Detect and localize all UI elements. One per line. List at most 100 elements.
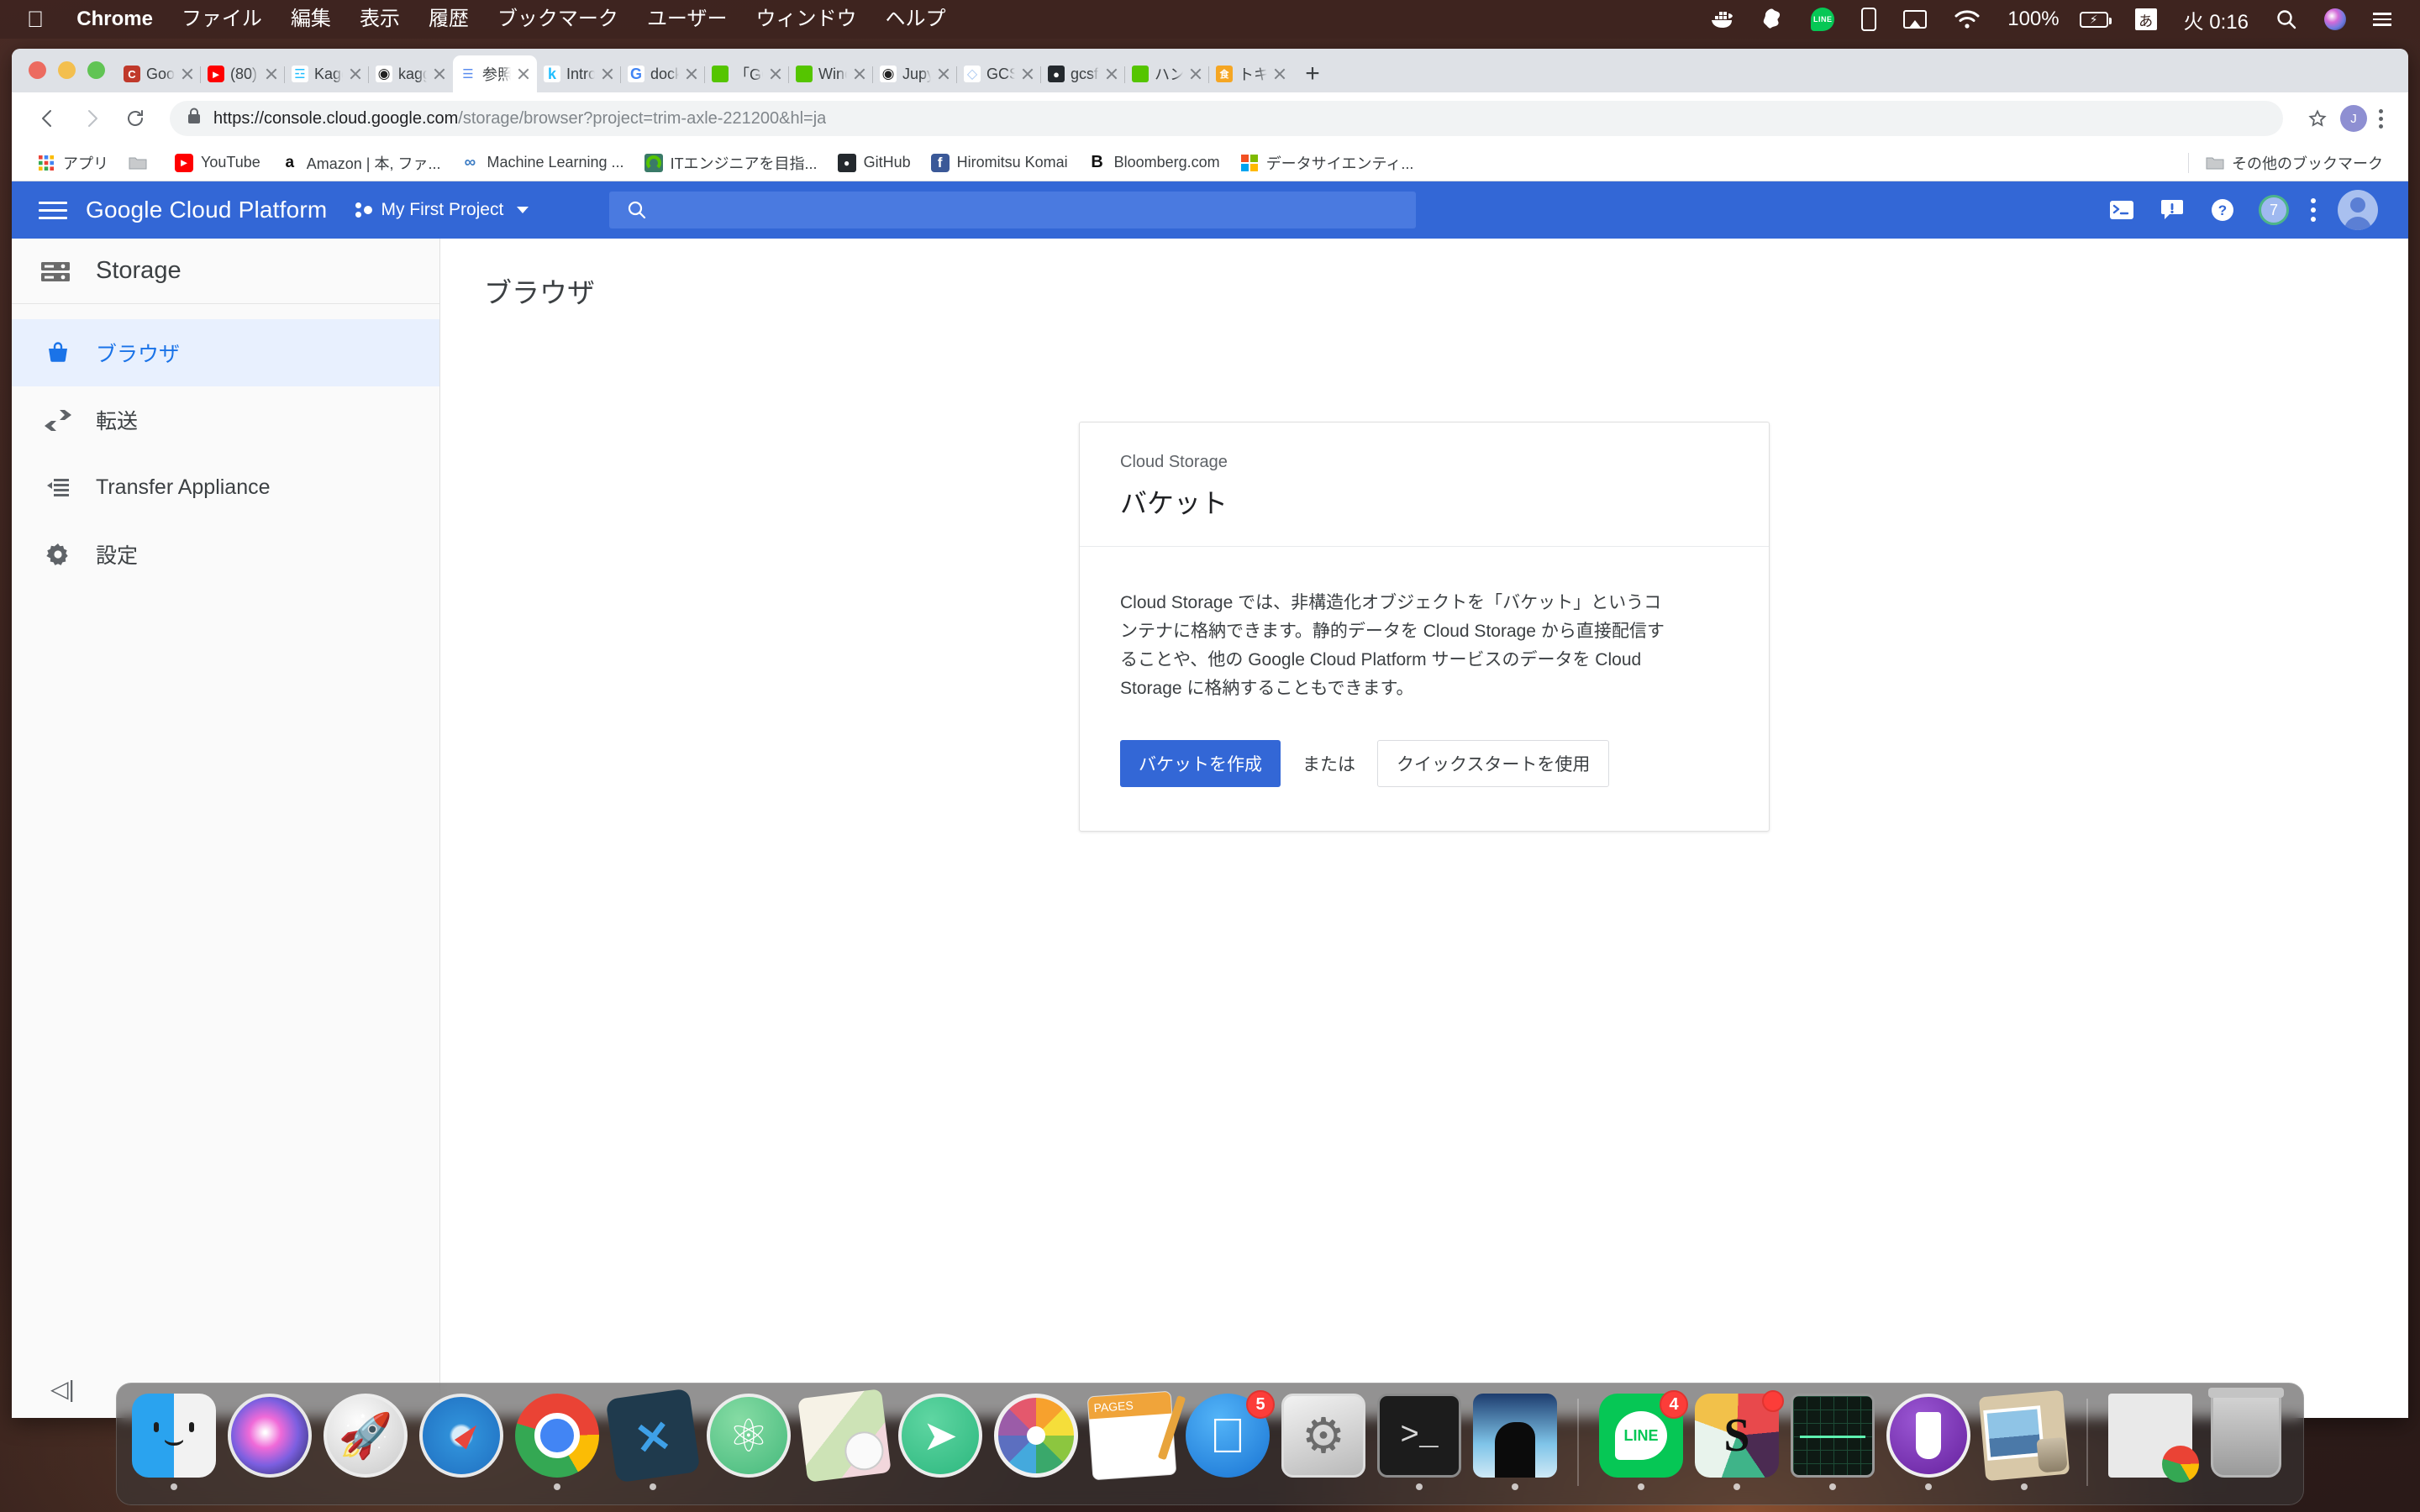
bookmark-youtube[interactable]: ► YouTube [165,150,271,176]
hamburger-menu-icon[interactable] [39,196,67,224]
dock-item-evernote[interactable] [1885,1394,1972,1493]
close-window-button[interactable] [29,61,46,79]
dock-item-appstore[interactable]:  5 [1184,1390,1275,1493]
dock-item-slack[interactable]: S [1693,1390,1784,1493]
dock-item-telegram[interactable]: ➤ [897,1394,984,1493]
menu-edit[interactable]: 編集 [276,0,345,39]
close-tab-icon[interactable] [937,67,950,81]
close-tab-icon[interactable] [349,67,362,81]
browser-tab[interactable]: ● gcsfu [1040,55,1125,92]
close-tab-icon[interactable] [433,67,446,81]
notifications-icon[interactable] [2158,196,2186,224]
dock-item-system-preferences[interactable]: ⚙ [1280,1394,1367,1493]
gcp-search-input[interactable] [609,192,1417,228]
dock-item-maps[interactable] [797,1389,892,1493]
browser-tab[interactable]: 「GC [704,55,789,92]
browser-tab[interactable]: k Intro [537,55,621,92]
apple-logo-icon[interactable]:  [15,0,62,39]
close-tab-icon[interactable] [1273,67,1286,81]
menu-window[interactable]: ウィンドウ [741,0,871,39]
project-selector[interactable]: My First Project [355,200,529,220]
input-source-icon[interactable]: あ [2122,0,2170,39]
menu-chrome[interactable]: Chrome [62,0,167,39]
dock-item-pages[interactable] [1086,1390,1177,1493]
new-tab-button[interactable]: + [1293,55,1332,92]
battery-charging-icon[interactable]: ⚡ [2066,0,2122,39]
minimize-window-button[interactable] [58,61,76,79]
dock-item-minimized-window[interactable] [2107,1394,2199,1493]
bookmark-amazon[interactable]: a Amazon | 本, ファ... [271,150,451,176]
sidebar-item-browser[interactable]: ブラウザ [12,319,439,386]
close-tab-icon[interactable] [769,67,782,81]
dock-item-atom[interactable]: ⚛ [705,1394,792,1493]
browser-tab[interactable]: ◇ GCSA [956,55,1041,92]
menu-profiles[interactable]: ユーザー [633,0,742,39]
menu-help[interactable]: ヘルプ [871,0,960,39]
bookmark-github[interactable]: ● GitHub [828,150,921,176]
account-avatar[interactable] [2338,190,2378,230]
star-icon[interactable] [2298,99,2337,138]
close-tab-icon[interactable] [853,67,866,81]
phone-icon[interactable] [1848,0,1890,39]
close-tab-icon[interactable] [601,67,614,81]
menu-history[interactable]: 履歴 [414,0,483,39]
dock-item-vscode[interactable]: ⨯ [605,1388,701,1493]
spotlight-search-icon[interactable] [2262,0,2311,39]
dock-item-safari[interactable] [418,1394,505,1493]
siri-icon[interactable] [2311,0,2360,39]
back-arrow-icon[interactable] [29,99,67,138]
bookmark-other-folder[interactable]: その他のブックマーク [2196,150,2393,176]
dock-item-photos[interactable] [992,1394,1080,1493]
bookmark-qiita[interactable]: ITエンジニアを目指... [634,150,828,176]
use-quickstart-button[interactable]: クイックスタートを使用 [1377,740,1610,788]
help-icon[interactable]: ? [2208,196,2237,224]
line-icon[interactable]: LINE [1797,0,1848,39]
sidebar-item-transfer[interactable]: 転送 [12,386,439,454]
maximize-window-button[interactable] [87,61,105,79]
sidebar-item-transfer-appliance[interactable]: Transfer Appliance [12,454,439,521]
browser-tab[interactable]: ► (80) [200,55,285,92]
bookmark-apps[interactable]: アプリ [27,150,118,176]
menu-bar-clock[interactable]: 火 0:16 [2170,0,2262,39]
dock-item-kindle[interactable] [1471,1394,1559,1493]
profile-avatar[interactable]: J [2340,105,2367,132]
bookmark-folder[interactable] [118,150,165,176]
close-tab-icon[interactable] [1021,67,1034,81]
status-badge[interactable]: 7 [2259,195,2289,225]
collapse-sidebar-button[interactable]: ◁| [50,1375,75,1403]
dock-item-siri[interactable] [226,1394,313,1493]
close-tab-icon[interactable] [265,67,278,81]
more-vert-icon[interactable] [2311,198,2316,222]
browser-tab[interactable]: ◉ Jupy [872,55,957,92]
browser-tab[interactable]: 食 トキナ [1208,55,1293,92]
close-tab-icon[interactable] [1189,67,1202,81]
browser-tab[interactable]: ◉ kagg [368,55,453,92]
menu-bookmarks[interactable]: ブックマーク [483,0,633,39]
browser-tab[interactable]: ハンз [1124,55,1209,92]
reload-icon[interactable] [116,99,155,138]
dock-item-terminal[interactable]: >_ [1376,1394,1463,1493]
bookmark-facebook[interactable]: f Hiromitsu Komai [921,150,1078,176]
gcp-logo[interactable]: Google Cloud Platform [86,197,327,223]
bookmark-microsoft[interactable]: データサイエンティ... [1230,150,1424,176]
dock-item-launchpad[interactable]: 🚀 [322,1394,409,1493]
close-tab-icon[interactable] [685,67,698,81]
wifi-icon[interactable] [1940,0,1994,39]
create-bucket-button[interactable]: バケットを作成 [1120,740,1281,788]
menu-file[interactable]: ファイル [167,0,276,39]
address-bar[interactable]: https://console.cloud.google.com/storage… [170,101,2283,136]
close-tab-icon[interactable] [517,67,530,81]
dock-item-line[interactable]: 4 [1597,1390,1688,1493]
alfred-icon[interactable] [1749,0,1797,39]
browser-tab[interactable]: Wind [788,55,873,92]
browser-tab[interactable]: G dock [620,55,705,92]
bookmark-coursera[interactable]: ∞ Machine Learning ... [450,150,634,176]
sidebar-item-settings[interactable]: 設定 [12,521,439,588]
dock-item-trash[interactable] [2202,1388,2290,1493]
bookmark-bloomberg[interactable]: B Bloomberg.com [1078,150,1230,176]
airplay-icon[interactable] [1890,0,1940,39]
browser-tab-active[interactable]: ☰ 参照 [453,55,537,92]
dock-item-activity-monitor[interactable] [1789,1394,1876,1493]
forward-arrow-icon[interactable] [72,99,111,138]
dock-item-finder[interactable] [130,1394,218,1493]
